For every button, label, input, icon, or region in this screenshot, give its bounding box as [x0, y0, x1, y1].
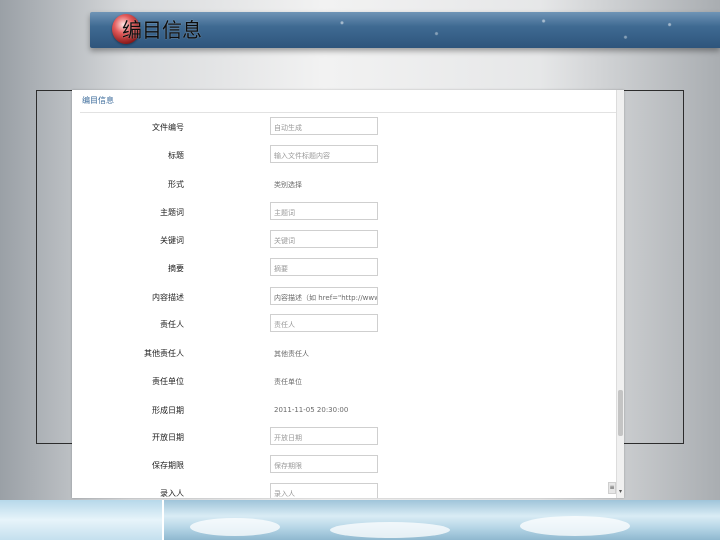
sky-decoration: [0, 500, 720, 540]
panel-header: 编目信息: [80, 90, 616, 113]
field-label: 责任单位: [152, 377, 184, 386]
document-number-field[interactable]: 自动生成: [270, 117, 378, 135]
responsible-unit-field[interactable]: 责任单位: [270, 371, 378, 389]
entered-by-field[interactable]: 录入人: [270, 483, 378, 498]
title-field[interactable]: 输入文件标题内容: [270, 145, 378, 163]
form-row: 其他责任人 其他责任人: [72, 343, 612, 363]
scrollbar-thumb[interactable]: [618, 390, 623, 436]
abstract-field[interactable]: 摘要: [270, 258, 378, 276]
form-row: 保存期限 保存期限: [72, 455, 612, 475]
sky-tab: [0, 500, 164, 540]
form-row: 责任单位 责任单位: [72, 371, 612, 391]
form-row: 开放日期 开放日期: [72, 427, 612, 447]
field-label: 形式: [168, 180, 184, 189]
cloud-shape: [520, 516, 630, 536]
open-date-field[interactable]: 开放日期: [270, 427, 378, 445]
vertical-scrollbar[interactable]: ▾: [616, 90, 624, 498]
field-label: 标题: [168, 151, 184, 160]
field-label: 责任人: [160, 320, 184, 329]
field-label: 保存期限: [152, 461, 184, 470]
form-type-field[interactable]: 类别选择: [270, 174, 378, 192]
field-label: 关键词: [160, 236, 184, 245]
form-row: 文件编号 自动生成: [72, 117, 612, 137]
field-label: 内容描述: [152, 293, 184, 302]
field-label: 摘要: [168, 264, 184, 273]
form-row: 形成日期 2011-11-05 20:30:00: [72, 400, 612, 420]
keyword-field[interactable]: 关键词: [270, 230, 378, 248]
retention-period-field[interactable]: 保存期限: [270, 455, 378, 473]
form-row: 标题 输入文件标题内容: [72, 145, 612, 165]
subject-field[interactable]: 主题词: [270, 202, 378, 220]
form-row: 主题词 主题词: [72, 202, 612, 222]
other-responsible-field[interactable]: 其他责任人: [270, 343, 378, 361]
field-label: 其他责任人: [144, 349, 184, 358]
field-label: 形成日期: [152, 406, 184, 415]
field-label: 录入人: [160, 489, 184, 498]
field-label: 主题词: [160, 208, 184, 217]
content-description-field[interactable]: 内容描述（如 href="http://www.client.com/colle…: [270, 287, 378, 305]
form-row: 关键词 关键词: [72, 230, 612, 250]
field-label: 开放日期: [152, 433, 184, 442]
form-row: 录入人 录入人: [72, 483, 612, 498]
slide-title: 编目信息: [122, 18, 202, 42]
cloud-shape: [330, 522, 450, 538]
form-row: 形式 类别选择: [72, 174, 612, 194]
cloud-shape: [190, 518, 280, 536]
form-panel: 编目信息 文件编号 自动生成 标题 输入文件标题内容 形式 类别选择 主题词 主…: [72, 90, 624, 498]
field-label: 文件编号: [152, 123, 184, 132]
form-row: 内容描述 内容描述（如 href="http://www.client.com/…: [72, 287, 612, 307]
form-row: 责任人 责任人: [72, 314, 612, 334]
resize-grip-icon[interactable]: ≡: [608, 482, 616, 494]
form-row: 摘要 摘要: [72, 258, 612, 278]
responsible-person-field[interactable]: 责任人: [270, 314, 378, 332]
scroll-down-arrow-icon[interactable]: ▾: [617, 488, 624, 496]
panel-title: 编目信息: [82, 96, 114, 105]
creation-date-field[interactable]: 2011-11-05 20:30:00: [270, 400, 378, 418]
